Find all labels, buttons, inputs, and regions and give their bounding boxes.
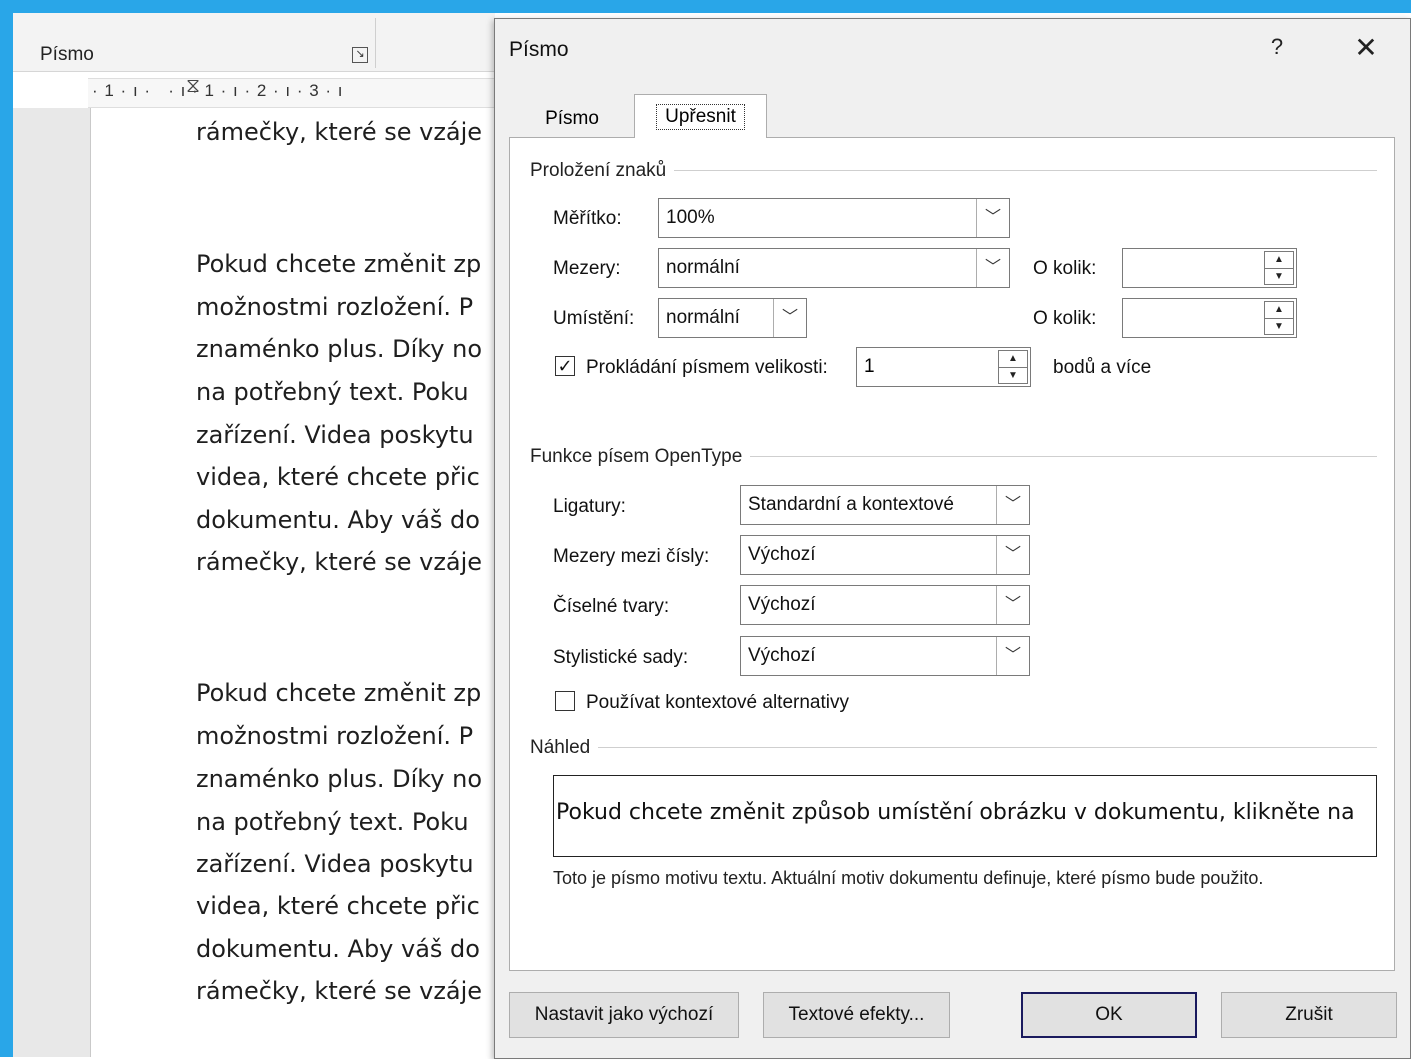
set-default-button[interactable]: Nastavit jako výchozí [509,992,739,1038]
spin-down-icon[interactable]: ▼ [1265,268,1293,285]
position-by-label: O kolik: [1033,308,1097,329]
spacing-by-label: O kolik: [1033,258,1097,279]
ligatures-value: Standardní a kontextové [748,494,954,515]
ligatures-label: Ligatury: [553,496,626,517]
section-title-preview: Náhled [530,737,599,759]
spacing-value: normální [666,257,740,278]
help-button[interactable]: ? [1264,34,1290,64]
kerning-spinner[interactable]: 1 ▲ ▼ [856,347,1031,387]
spinner-buttons[interactable]: ▲ ▼ [998,350,1028,384]
document-text-line[interactable]: na potřebný text. Poku [196,806,494,838]
cancel-label: Zrušit [1285,1004,1333,1025]
spin-down-icon[interactable]: ▼ [1265,318,1293,335]
window-frame-left [0,0,13,1057]
kerning-checkbox[interactable]: ✓ [555,356,575,376]
stylistic-sets-label: Stylistické sady: [553,647,689,668]
document-text-line[interactable]: Pokud chcete změnit zp [196,248,494,280]
document-text-line[interactable]: znaménko plus. Díky no [196,333,494,365]
chevron-down-icon[interactable]: ﹀ [976,249,1009,287]
stylistic-sets-dropdown[interactable]: Výchozí ﹀ [740,636,1030,676]
kerning-label: Prokládání písmem velikosti: [586,357,828,378]
document-text-line[interactable]: rámečky, které se vzáje [196,546,494,578]
document-text-line[interactable]: rámečky, které se vzáje [196,116,494,148]
kerning-value: 1 [864,356,875,377]
window-frame-top [0,0,1411,13]
number-forms-label: Číselné tvary: [553,596,670,617]
scale-value: 100% [666,207,715,228]
ok-button[interactable]: OK [1021,992,1197,1038]
text-effects-button[interactable]: Textové efekty... [763,992,950,1038]
document-text-line[interactable]: zařízení. Videa poskytu [196,848,494,880]
document-text-line[interactable]: možnostmi rozložení. P [196,720,494,752]
dialog-title: Písmo [509,38,569,61]
document-text-line[interactable]: zařízení. Videa poskytu [196,419,494,451]
set-default-label: Nastavit jako výchozí [534,1004,714,1025]
close-icon[interactable]: ✕ [1348,30,1384,66]
number-forms-dropdown[interactable]: Výchozí ﹀ [740,585,1030,625]
spin-up-icon[interactable]: ▲ [1265,302,1293,318]
document-text-line[interactable]: dokumentu. Aby váš do [196,933,494,965]
position-value: normální [666,307,740,328]
number-spacing-value: Výchozí [748,544,816,565]
document-text-line[interactable]: na potřebný text. Poku [196,376,494,408]
preview-text: Pokud chcete změnit způsob umístění obrá… [556,800,1355,825]
tab-advanced[interactable]: Upřesnit [634,94,767,138]
document-text-line[interactable]: rámečky, které se vzáje [196,975,494,1007]
chevron-down-icon[interactable]: ﹀ [996,637,1029,675]
document-text-line[interactable]: dokumentu. Aby váš do [196,504,494,536]
spacing-label: Mezery: [553,258,621,279]
spacing-by-spinner[interactable]: ▲ ▼ [1122,248,1297,288]
scale-combobox[interactable]: 100% ﹀ [658,198,1010,238]
spin-up-icon[interactable]: ▲ [1265,252,1293,268]
document-text-line[interactable]: videa, které chcete přic [196,461,494,493]
document-text-line[interactable]: možnostmi rozložení. P [196,291,494,323]
number-spacing-dropdown[interactable]: Výchozí ﹀ [740,535,1030,575]
section-title-opentype: Funkce písem OpenType [530,446,751,468]
text-effects-label: Textové efekty... [788,1004,925,1025]
preview-note: Toto je písmo motivu textu. Aktuální mot… [553,868,1264,888]
contextual-alternates-label: Používat kontextové alternativy [586,692,849,713]
tab-advanced-label: Upřesnit [656,103,745,130]
document-text-line[interactable]: znaménko plus. Díky no [196,763,494,795]
kerning-suffix: bodů a více [1053,357,1152,378]
position-by-spinner[interactable]: ▲ ▼ [1122,298,1297,338]
ok-label: OK [1095,1004,1123,1025]
chevron-down-icon[interactable]: ﹀ [996,586,1029,624]
spin-up-icon[interactable]: ▲ [999,351,1027,367]
document-text-line[interactable]: Pokud chcete změnit zp [196,677,494,709]
number-spacing-label: Mezery mezi čísly: [553,546,710,567]
section-divider [530,747,1377,748]
number-forms-value: Výchozí [748,594,816,615]
spinner-buttons[interactable]: ▲ ▼ [1264,301,1294,335]
scale-label: Měřítko: [553,208,622,229]
position-dropdown[interactable]: normální ﹀ [658,298,807,338]
chevron-down-icon[interactable]: ﹀ [773,299,806,337]
document-text-line[interactable]: videa, které chcete přic [196,890,494,922]
checkmark-icon: ✓ [557,356,573,376]
position-label: Umístění: [553,308,635,329]
tab-font-label: Písmo [545,108,599,129]
contextual-alternates-checkbox[interactable] [555,691,575,711]
ruler-ticks: · 1 · ı · · ı · 1 · ı · 2 · ı · 3 · ı [92,81,344,100]
chevron-down-icon[interactable]: ﹀ [996,486,1029,524]
indent-marker-icon[interactable]: ⧖ [186,75,200,98]
ligatures-dropdown[interactable]: Standardní a kontextové ﹀ [740,485,1030,525]
tab-font[interactable]: Písmo [512,100,632,138]
chevron-down-icon[interactable]: ﹀ [996,536,1029,574]
spin-down-icon[interactable]: ▼ [999,367,1027,384]
spacing-dropdown[interactable]: normální ﹀ [658,248,1010,288]
dialog-launcher-icon[interactable]: ↘ [352,47,368,63]
ribbon-separator [375,18,376,68]
cancel-button[interactable]: Zrušit [1221,992,1397,1038]
spinner-buttons[interactable]: ▲ ▼ [1264,251,1294,285]
ribbon-group-label-font: Písmo [40,44,94,65]
section-title-character-spacing: Proložení znaků [530,160,675,182]
chevron-down-icon[interactable]: ﹀ [976,199,1009,237]
stylistic-sets-value: Výchozí [748,645,816,666]
